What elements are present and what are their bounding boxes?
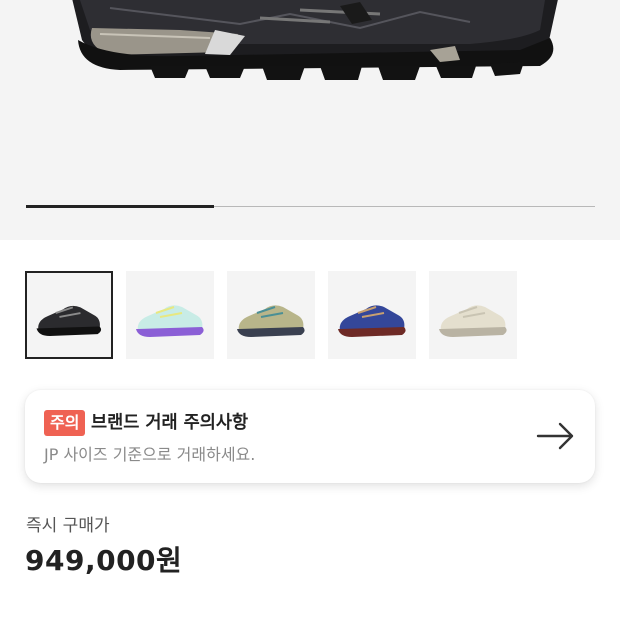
gallery-progress-track	[26, 205, 595, 208]
thumbnail-shoe-image	[136, 305, 204, 337]
gallery-progress-indicator	[26, 205, 214, 208]
instant-buy-price-label: 즉시 구매가	[26, 516, 110, 536]
thumbnail-shoe-image	[338, 305, 406, 337]
thumbnail-navy-burgundy[interactable]	[328, 271, 416, 359]
product-image-gallery[interactable]	[0, 0, 620, 240]
arrow-right-icon[interactable]	[536, 420, 576, 452]
instant-buy-price: 949,000원	[25, 544, 183, 577]
thumbnail-shoe-image	[36, 305, 102, 336]
notice-description: JP 사이즈 기준으로 거래하세요.	[44, 445, 256, 464]
notice-title: 브랜드 거래 주의사항	[91, 413, 249, 433]
product-main-image	[72, 0, 558, 80]
brand-trade-notice-card[interactable]: 주의 브랜드 거래 주의사항 JP 사이즈 기준으로 거래하세요.	[25, 390, 595, 483]
thumbnail-shoe-image	[237, 305, 305, 337]
caution-badge: 주의	[44, 410, 86, 436]
thumbnail-black[interactable]	[25, 271, 113, 359]
thumbnail-cream-grey[interactable]	[429, 271, 517, 359]
thumbnail-mint-purple[interactable]	[126, 271, 214, 359]
thumbnail-khaki-navy[interactable]	[227, 271, 315, 359]
thumbnail-shoe-image	[439, 305, 507, 337]
